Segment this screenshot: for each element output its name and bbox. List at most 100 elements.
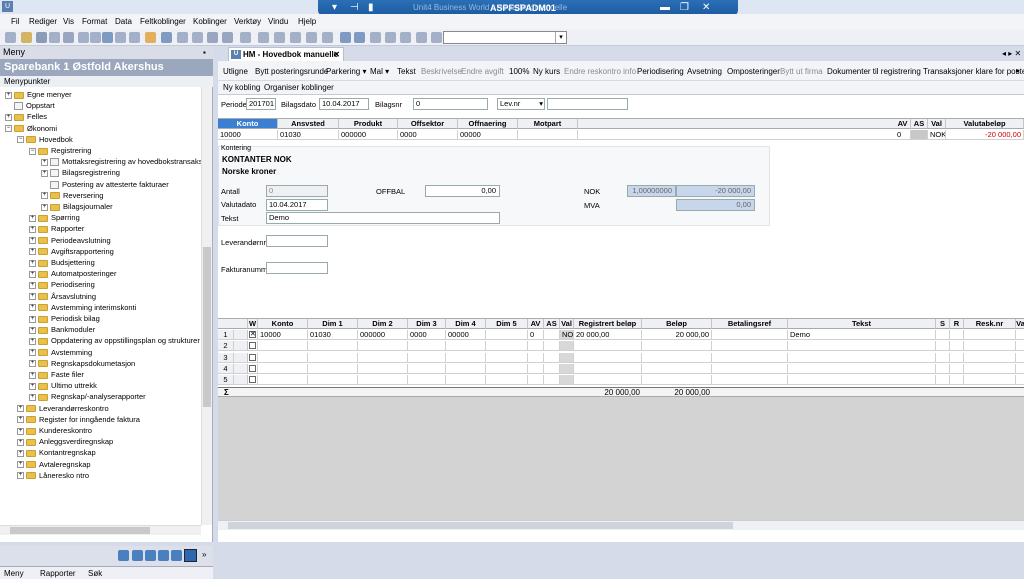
expand-icon[interactable]: + [29,360,36,368]
tree-item[interactable]: + Årsavslutning [29,291,96,302]
grid-cell[interactable] [308,375,358,386]
grid-cell[interactable] [964,341,1016,352]
view-icon[interactable] [145,550,156,561]
expand-icon[interactable]: + [29,281,36,289]
grid-cell[interactable] [950,363,964,374]
grid-cell[interactable] [486,375,528,386]
grid-cell[interactable] [950,341,964,352]
task-15[interactable]: Transaksjoner klare for postering [923,67,1024,76]
toolbar-icon[interactable] [5,32,16,43]
toolbar-icon[interactable] [340,32,351,43]
levnr-select[interactable]: Lev.nr ▾ [497,98,545,110]
toolbar-combo[interactable]: ▾ [443,31,567,44]
grid-cell[interactable] [258,363,308,374]
horizontal-scrollbar[interactable] [0,525,201,535]
expand-icon[interactable]: + [29,237,36,245]
grid-cell[interactable] [1016,353,1024,363]
toolbar-icon[interactable] [102,32,113,43]
toolbar-icon[interactable] [115,32,126,43]
tree-item[interactable]: + Periodeavslutning [29,235,111,246]
grid-cell[interactable] [788,341,936,352]
grid-cell[interactable]: 000000 [339,130,398,140]
grid-cell[interactable] [950,375,964,386]
tree-item[interactable]: + Oppdatering av oppstillingsplan og stru… [29,335,200,346]
grid-cell[interactable]: 0 [528,330,544,340]
grid-cell[interactable] [486,352,528,363]
grid-cell[interactable]: NOK [560,330,574,340]
grid-cell[interactable]: Demo [788,330,936,340]
chevron-right-icon[interactable]: ▸ [1016,66,1020,75]
grid-cell[interactable] [936,341,950,352]
toolbar-icon[interactable] [192,32,203,43]
collapse-icon[interactable]: − [5,125,12,133]
view-icon[interactable] [132,550,143,561]
grid-cell[interactable] [528,363,544,374]
grid-cell[interactable] [642,363,712,374]
grid-cell[interactable] [258,341,308,352]
tree-item[interactable]: Postering av attesterte fakturaer [41,179,169,190]
grid-cell[interactable] [911,130,928,140]
close-icon[interactable]: ✕ [702,2,710,13]
grid-cell[interactable]: 0 [895,130,911,140]
grid-cell[interactable] [446,352,486,363]
expand-icon[interactable]: + [17,472,24,480]
grid-cell[interactable] [528,341,544,352]
grid-cell[interactable] [486,330,528,340]
expand-icon[interactable]: + [29,371,36,379]
close-icon[interactable]: ✕ [333,48,340,61]
grid-cell[interactable]: 20 000,00 [574,330,642,340]
toolbar-icon[interactable] [274,32,285,43]
grid-cell[interactable] [964,352,1016,363]
menu-vis[interactable]: Vis [63,17,74,26]
grid-cell[interactable] [358,375,408,386]
grid-cell[interactable] [788,363,936,374]
expand-icon[interactable]: + [29,293,36,301]
task-12[interactable]: Omposteringer [727,67,780,76]
grid-cell[interactable] [788,375,936,386]
grid-cell[interactable] [446,341,486,352]
tree-item[interactable]: + Avtaleregnskap [17,459,91,470]
grid-cell[interactable] [1016,364,1024,374]
menu-fil[interactable]: Fil [11,17,19,26]
tree-item[interactable]: + Leverandørreskontro [17,403,109,414]
chevron-down-icon[interactable]: ▾ [539,99,543,109]
expand-icon[interactable]: + [5,113,12,121]
grid-cell[interactable] [408,341,446,352]
toolbar-icon[interactable] [49,32,60,43]
vertical-scrollbar[interactable] [201,87,212,525]
tab-søk[interactable]: Søk [88,569,102,578]
grid-cell[interactable] [308,352,358,363]
grid-cell[interactable]: 01030 [308,330,358,340]
expand-icon[interactable]: + [17,416,24,424]
menu-vindu[interactable]: Vindu [268,17,288,26]
tab-rapporter[interactable]: Rapporter [40,569,76,578]
grid-cell[interactable] [544,341,560,352]
toolbar-icon[interactable] [322,32,333,43]
grid-cell[interactable]: 000000 [358,330,408,340]
grid-cell[interactable]: NOK [928,130,946,140]
task-1[interactable]: Bytt posteringsrunde [255,67,328,76]
grid-cell[interactable] [446,363,486,374]
expand-icon[interactable]: + [29,337,36,345]
task-link[interactable]: Ny kobling [223,83,260,92]
toolbar-icon[interactable] [385,32,396,43]
tree-item[interactable]: − Registrering [29,145,91,156]
menu-format[interactable]: Format [82,17,107,26]
row-checkbox[interactable] [249,364,256,372]
tree-item[interactable]: + Bilagsjournaler [41,201,113,212]
expand-icon[interactable]: + [17,438,24,446]
grid-cell[interactable] [544,352,560,363]
view-icon[interactable] [184,549,197,562]
toolbar-icon[interactable] [416,32,427,43]
toolbar-icon[interactable] [161,32,172,43]
expand-icon[interactable]: + [29,248,36,256]
leverandor-field[interactable] [266,235,328,247]
task-14[interactable]: Dokumenter til registrering [827,67,921,76]
grid-cell[interactable] [642,352,712,363]
grid-cell[interactable] [964,375,1016,386]
task-8[interactable]: Ny kurs [533,67,560,76]
task-3[interactable]: Mal ▾ [370,67,389,76]
expand-icon[interactable]: + [29,214,36,222]
grid-cell[interactable] [308,363,358,374]
levnr-value-field[interactable] [547,98,628,110]
